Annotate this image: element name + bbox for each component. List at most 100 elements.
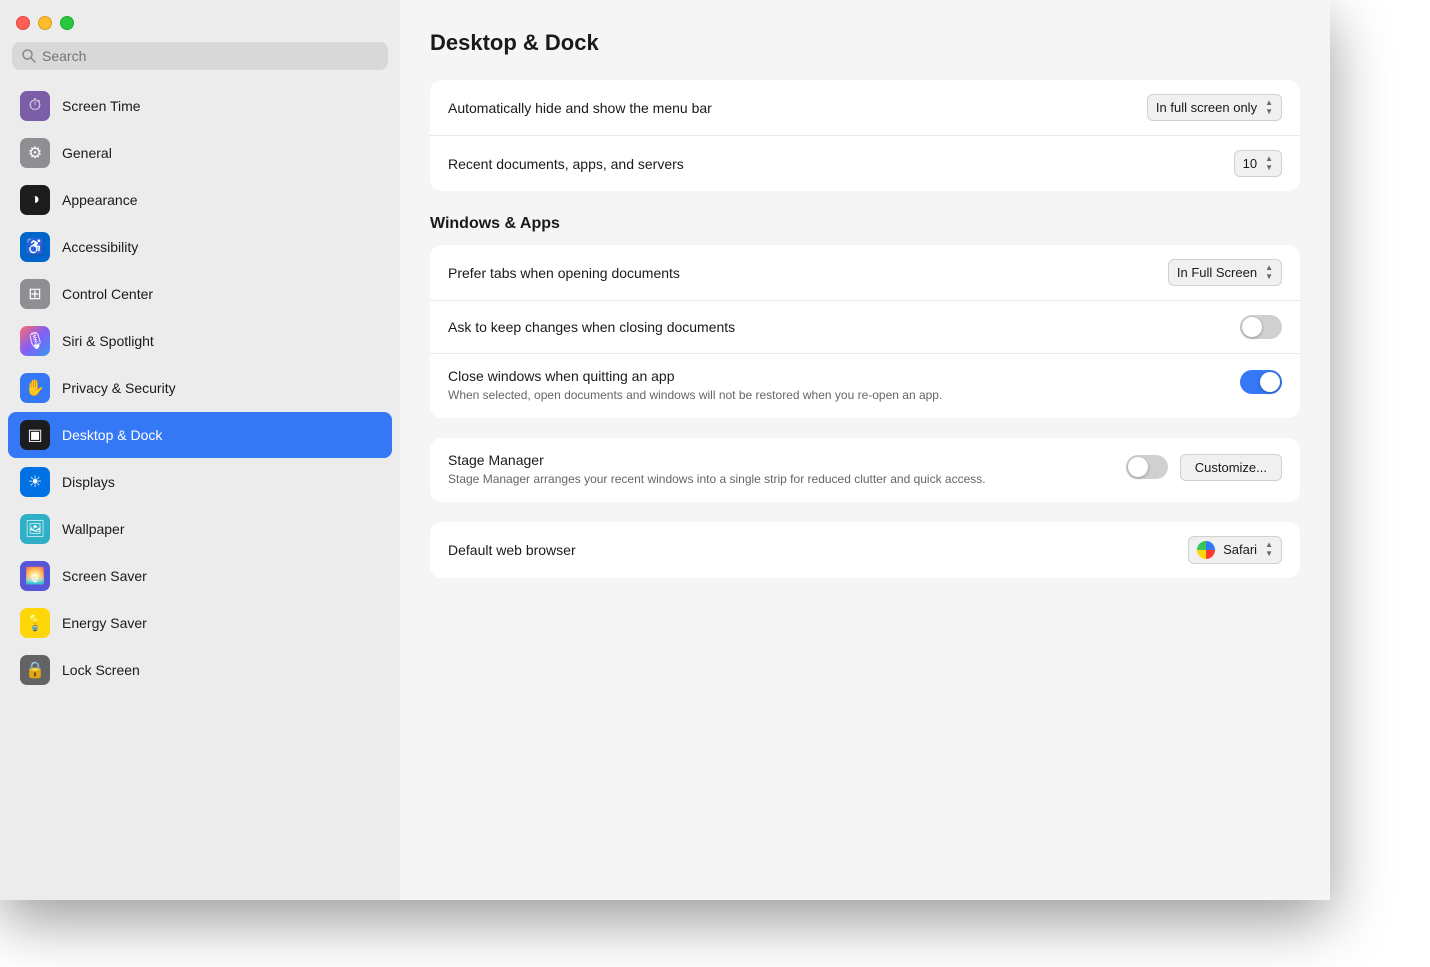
keep-changes-control[interactable]: [1240, 315, 1282, 339]
close-windows-toggle-knob: [1260, 372, 1280, 392]
stage-manager-label: Stage Manager: [448, 452, 986, 468]
keep-changes-toggle-knob: [1242, 317, 1262, 337]
setting-row-keep-changes: Ask to keep changes when closing documen…: [430, 301, 1300, 354]
section-windows-apps: Windows & Apps: [430, 215, 1300, 233]
customize-button[interactable]: Customize...: [1180, 454, 1282, 481]
setting-row-recent-docs: Recent documents, apps, and servers 10 ▲…: [430, 136, 1300, 191]
sidebar: ⏱ Screen Time ⚙ General ◑ Appearance ♿ Accessib…: [0, 0, 400, 900]
prefer-tabs-value: In Full Screen: [1177, 265, 1257, 280]
settings-group-3: Stage Manager Stage Manager arranges you…: [430, 438, 1300, 502]
sidebar-item-displays[interactable]: ☀ Displays: [8, 459, 392, 505]
prefer-tabs-label: Prefer tabs when opening documents: [448, 265, 680, 281]
setting-row-prefer-tabs: Prefer tabs when opening documents In Fu…: [430, 245, 1300, 301]
desktop-dock-label: Desktop & Dock: [62, 427, 162, 443]
close-windows-label: Close windows when quitting an app: [448, 368, 942, 384]
setting-row-close-windows: Close windows when quitting an app When …: [430, 354, 1300, 418]
menu-bar-value: In full screen only: [1156, 100, 1257, 115]
siri-label: Siri & Spotlight: [62, 333, 154, 349]
default-browser-dropdown[interactable]: Safari ▲ ▼: [1188, 536, 1282, 564]
accessibility-icon: ♿: [20, 232, 50, 262]
menu-bar-label: Automatically hide and show the menu bar: [448, 100, 712, 116]
close-windows-toggle[interactable]: [1240, 370, 1282, 394]
recent-docs-stepper[interactable]: 10 ▲ ▼: [1234, 150, 1282, 177]
setting-row-stage-manager: Stage Manager Stage Manager arranges you…: [430, 438, 1300, 502]
search-bar[interactable]: [12, 42, 388, 70]
screen-time-label: Screen Time: [62, 98, 141, 114]
stage-manager-control[interactable]: Customize...: [1126, 452, 1282, 481]
menu-bar-arrows: ▲ ▼: [1265, 99, 1273, 116]
sidebar-item-energy[interactable]: 💡 Energy Saver: [8, 600, 392, 646]
appearance-label: Appearance: [62, 192, 138, 208]
recent-docs-label: Recent documents, apps, and servers: [448, 156, 684, 172]
wallpaper-label: Wallpaper: [62, 521, 125, 537]
screen-saver-icon: 🌅: [20, 561, 50, 591]
maximize-button[interactable]: [60, 16, 74, 30]
keep-changes-label: Ask to keep changes when closing documen…: [448, 319, 735, 335]
safari-icon: [1197, 541, 1215, 559]
default-browser-label: Default web browser: [448, 542, 576, 558]
energy-label: Energy Saver: [62, 615, 147, 631]
sidebar-items: ⏱ Screen Time ⚙ General ◑ Appearance ♿ Accessib…: [0, 82, 400, 694]
control-center-icon: ⊞: [20, 279, 50, 309]
keep-changes-toggle[interactable]: [1240, 315, 1282, 339]
default-browser-control[interactable]: Safari ▲ ▼: [1188, 536, 1282, 564]
appearance-icon: ◑: [20, 185, 50, 215]
privacy-label: Privacy & Security: [62, 380, 176, 396]
displays-label: Displays: [62, 474, 115, 490]
menu-bar-control[interactable]: In full screen only ▲ ▼: [1147, 94, 1282, 121]
sidebar-item-siri[interactable]: 🎙 Siri & Spotlight: [8, 318, 392, 364]
privacy-icon: ✋: [20, 373, 50, 403]
sidebar-item-wallpaper[interactable]: 🖼 Wallpaper: [8, 506, 392, 552]
sidebar-item-screen-time[interactable]: ⏱ Screen Time: [8, 83, 392, 129]
lock-label: Lock Screen: [62, 662, 140, 678]
titlebar: [0, 0, 400, 42]
sidebar-item-screen-saver[interactable]: 🌅 Screen Saver: [8, 553, 392, 599]
prefer-tabs-control[interactable]: In Full Screen ▲ ▼: [1168, 259, 1282, 286]
stage-manager-toggle[interactable]: [1126, 455, 1168, 479]
close-windows-label-group: Close windows when quitting an app When …: [448, 368, 942, 404]
settings-group-2: Prefer tabs when opening documents In Fu…: [430, 245, 1300, 418]
control-center-label: Control Center: [62, 286, 153, 302]
sidebar-item-privacy[interactable]: ✋ Privacy & Security: [8, 365, 392, 411]
settings-group-1: Automatically hide and show the menu bar…: [430, 80, 1300, 191]
accessibility-label: Accessibility: [62, 239, 138, 255]
sidebar-item-accessibility[interactable]: ♿ Accessibility: [8, 224, 392, 270]
close-windows-control[interactable]: [1240, 368, 1282, 394]
wallpaper-icon: 🖼: [20, 514, 50, 544]
default-browser-arrows: ▲ ▼: [1265, 541, 1273, 558]
search-input[interactable]: [42, 48, 378, 64]
desktop-dock-icon: ▣: [20, 420, 50, 450]
general-label: General: [62, 145, 112, 161]
setting-row-default-browser: Default web browser Safari ▲ ▼: [430, 522, 1300, 578]
sidebar-item-appearance[interactable]: ◑ Appearance: [8, 177, 392, 223]
menu-bar-dropdown[interactable]: In full screen only ▲ ▼: [1147, 94, 1282, 121]
recent-docs-arrows: ▲ ▼: [1265, 155, 1273, 172]
prefer-tabs-arrows: ▲ ▼: [1265, 264, 1273, 281]
prefer-tabs-dropdown[interactable]: In Full Screen ▲ ▼: [1168, 259, 1282, 286]
sidebar-item-desktop-dock[interactable]: ▣ Desktop & Dock: [8, 412, 392, 458]
stage-manager-sublabel: Stage Manager arranges your recent windo…: [448, 471, 986, 488]
close-button[interactable]: [16, 16, 30, 30]
energy-icon: 💡: [20, 608, 50, 638]
sidebar-item-lock[interactable]: 🔒 Lock Screen: [8, 647, 392, 693]
main-content: Desktop & Dock Automatically hide and sh…: [400, 0, 1330, 900]
screen-saver-label: Screen Saver: [62, 568, 147, 584]
minimize-button[interactable]: [38, 16, 52, 30]
close-windows-sublabel: When selected, open documents and window…: [448, 387, 942, 404]
stage-manager-toggle-knob: [1128, 457, 1148, 477]
recent-docs-control[interactable]: 10 ▲ ▼: [1234, 150, 1282, 177]
page-title: Desktop & Dock: [430, 30, 1300, 56]
displays-icon: ☀: [20, 467, 50, 497]
default-browser-value: Safari: [1223, 542, 1257, 557]
stage-manager-label-group: Stage Manager Stage Manager arranges you…: [448, 452, 986, 488]
lock-icon: 🔒: [20, 655, 50, 685]
general-icon: ⚙: [20, 138, 50, 168]
search-icon: [22, 49, 36, 63]
siri-icon: 🎙: [20, 326, 50, 356]
setting-row-menu-bar: Automatically hide and show the menu bar…: [430, 80, 1300, 136]
screen-time-icon: ⏱: [20, 91, 50, 121]
settings-group-4: Default web browser Safari ▲ ▼: [430, 522, 1300, 578]
sidebar-item-general[interactable]: ⚙ General: [8, 130, 392, 176]
sidebar-item-control-center[interactable]: ⊞ Control Center: [8, 271, 392, 317]
recent-docs-value: 10: [1243, 156, 1257, 171]
